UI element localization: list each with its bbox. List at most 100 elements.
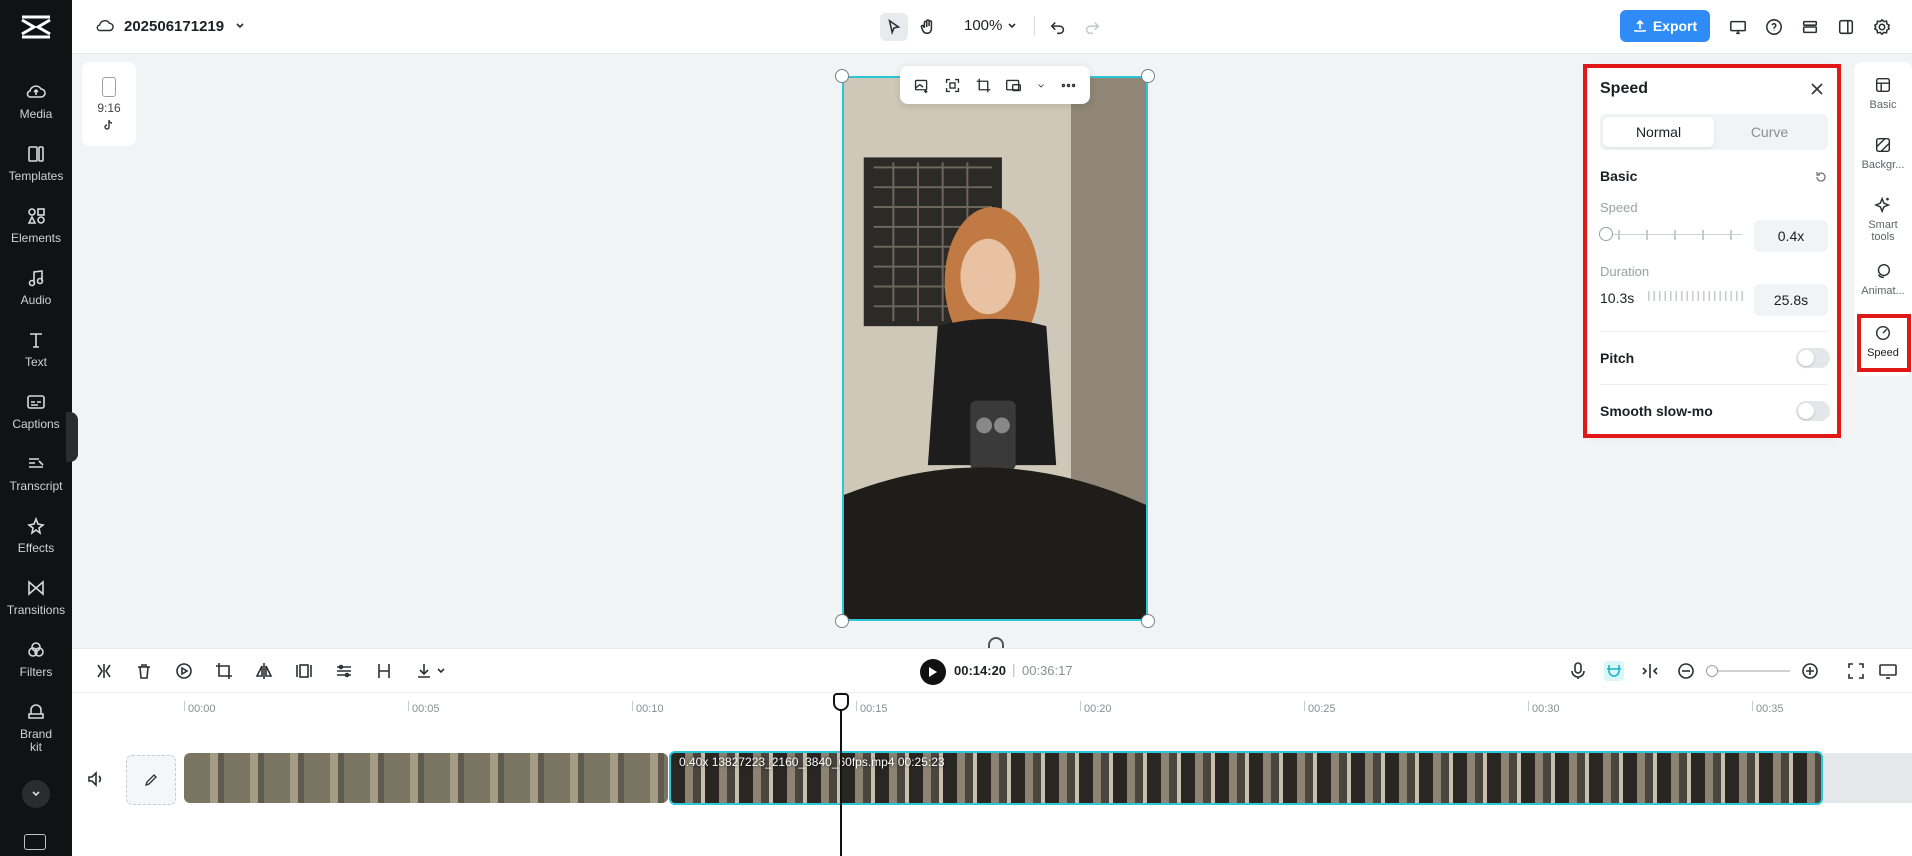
rotate-handle-icon[interactable] [988,637,1004,648]
playhead-handle[interactable] [833,693,849,711]
keyboard-shortcuts-icon[interactable] [24,834,46,850]
speed-slider-knob[interactable] [1599,227,1613,241]
close-icon[interactable] [1808,80,1826,98]
animation-icon [1877,263,1891,279]
trim-icon [378,664,390,678]
zoom-out-button[interactable] [1676,661,1696,681]
microphone-button[interactable] [1568,661,1588,681]
auto-reframe-icon[interactable] [944,77,961,94]
undo-button[interactable] [1044,13,1072,41]
sidebar-item-filters[interactable]: Filters [0,640,72,696]
present-button[interactable] [1724,13,1752,41]
timeline-zoom-slider[interactable] [1706,670,1790,672]
project-selector[interactable]: 202506171219 [96,17,246,35]
sidebar-item-label: Text [24,355,47,369]
redo-button[interactable] [1078,13,1106,41]
download-icon [418,664,445,678]
speed-tool-button[interactable] [174,661,194,681]
export-button[interactable]: Export [1620,10,1710,42]
redo-icon [1085,21,1100,35]
picture-in-picture-icon[interactable] [1005,77,1022,94]
prop-tab-label: Basic [1869,99,1897,111]
chevron-down-icon [236,23,244,29]
sidebar-item-text[interactable]: Text [0,330,72,386]
auto-snap-button[interactable] [1604,661,1624,681]
help-circle-icon [1766,19,1782,35]
capcut-logo-icon[interactable] [20,14,52,40]
delete-button[interactable] [134,661,154,681]
basic-icon [1875,77,1891,93]
crop-tool-button[interactable] [214,661,234,681]
phone-frame-icon [102,77,116,97]
adjust-button[interactable] [334,661,354,681]
zoom-in-button[interactable] [1800,661,1820,681]
prop-tab-speed[interactable]: Speed [1854,324,1912,359]
crop-icon [216,663,232,679]
prop-tab-smart-tools[interactable]: Smart tools [1854,196,1912,243]
ruler-tick [184,701,185,711]
timeline-area[interactable]: 00:00 00:05 00:10 00:15 00:20 00:25 00:3… [72,692,1912,856]
pitch-toggle[interactable] [1796,348,1830,368]
resize-handle-top-right[interactable] [1141,69,1155,83]
help-button[interactable] [1760,13,1788,41]
split-button[interactable] [94,661,114,681]
freeze-button[interactable] [294,661,314,681]
smooth-slowmo-toggle[interactable] [1796,401,1830,421]
current-time: 00:14:20 [954,663,1007,678]
speed-value-input[interactable]: 0.4x [1754,220,1828,252]
zoom-level-dropdown[interactable]: 100% [964,17,1018,34]
resize-handle-bottom-right[interactable] [1141,614,1155,628]
reset-icon[interactable] [1814,170,1828,184]
video-preview[interactable] [842,76,1148,621]
clip-label: 0.40x 13827223_2160_3840_60fps.mp4 00:25… [679,755,945,769]
tab-normal[interactable]: Normal [1603,117,1714,147]
sidebar-item-effects[interactable]: Effects [0,516,72,572]
resize-handle-top-left[interactable] [835,69,849,83]
more-options-icon[interactable] [1060,77,1077,94]
replace-image-icon[interactable] [913,77,930,94]
preview-monitor-button[interactable] [1878,661,1898,681]
sidebar-item-label: Transitions [6,603,66,617]
sidebar-item-media[interactable]: Media [0,82,72,138]
sidebar-item-elements[interactable]: Elements [0,206,72,262]
sidebar-item-templates[interactable]: Templates [0,144,72,200]
playhead[interactable] [840,693,842,856]
sidebar-item-transitions[interactable]: Transitions [0,578,72,634]
sidebar-item-transcript[interactable]: Transcript [0,454,72,510]
project-name: 202506171219 [124,17,225,35]
download-button[interactable] [414,661,448,681]
flip-button[interactable] [254,661,274,681]
prop-tab-label: Speed [1867,347,1899,359]
aspect-ratio-selector[interactable]: 9:16 [82,62,136,146]
select-tool-button[interactable] [880,13,908,41]
layers-button[interactable] [1796,13,1824,41]
crop-icon[interactable] [975,77,992,94]
ruler-tick [1528,701,1529,711]
resize-handle-bottom-left[interactable] [835,614,849,628]
prop-tab-background[interactable]: Backgr... [1854,136,1912,171]
panel-divider [1600,384,1828,385]
video-clip-selected[interactable]: 0.40x 13827223_2160_3840_60fps.mp4 00:25… [669,751,1823,805]
duration-value-input[interactable]: 25.8s [1754,284,1828,316]
prop-tab-basic[interactable]: Basic [1854,76,1912,111]
trim-button[interactable] [374,661,394,681]
hand-tool-button[interactable] [914,13,942,41]
layout-button[interactable] [1832,13,1860,41]
sidebar-collapse-button[interactable] [22,780,50,808]
play-button[interactable] [920,659,946,685]
timeline-zoom-knob[interactable] [1706,665,1718,677]
prop-tab-animation[interactable]: Animat... [1854,262,1912,297]
cover-edit-button[interactable] [126,755,176,805]
sidebar-item-brand-kit[interactable]: Brand kit [0,702,72,758]
video-clip[interactable] [184,753,668,803]
fit-timeline-button[interactable] [1846,661,1866,681]
split-view-button[interactable] [1640,661,1660,681]
sidebar-item-captions[interactable]: Captions [0,392,72,448]
undo-icon [1050,21,1065,35]
panel-resize-handle[interactable] [66,412,78,462]
sidebar-item-audio[interactable]: Audio [0,268,72,324]
volume-icon[interactable] [86,769,106,789]
settings-button[interactable] [1868,13,1896,41]
tab-curve[interactable]: Curve [1714,117,1825,147]
chevron-down-icon[interactable] [1036,77,1046,94]
